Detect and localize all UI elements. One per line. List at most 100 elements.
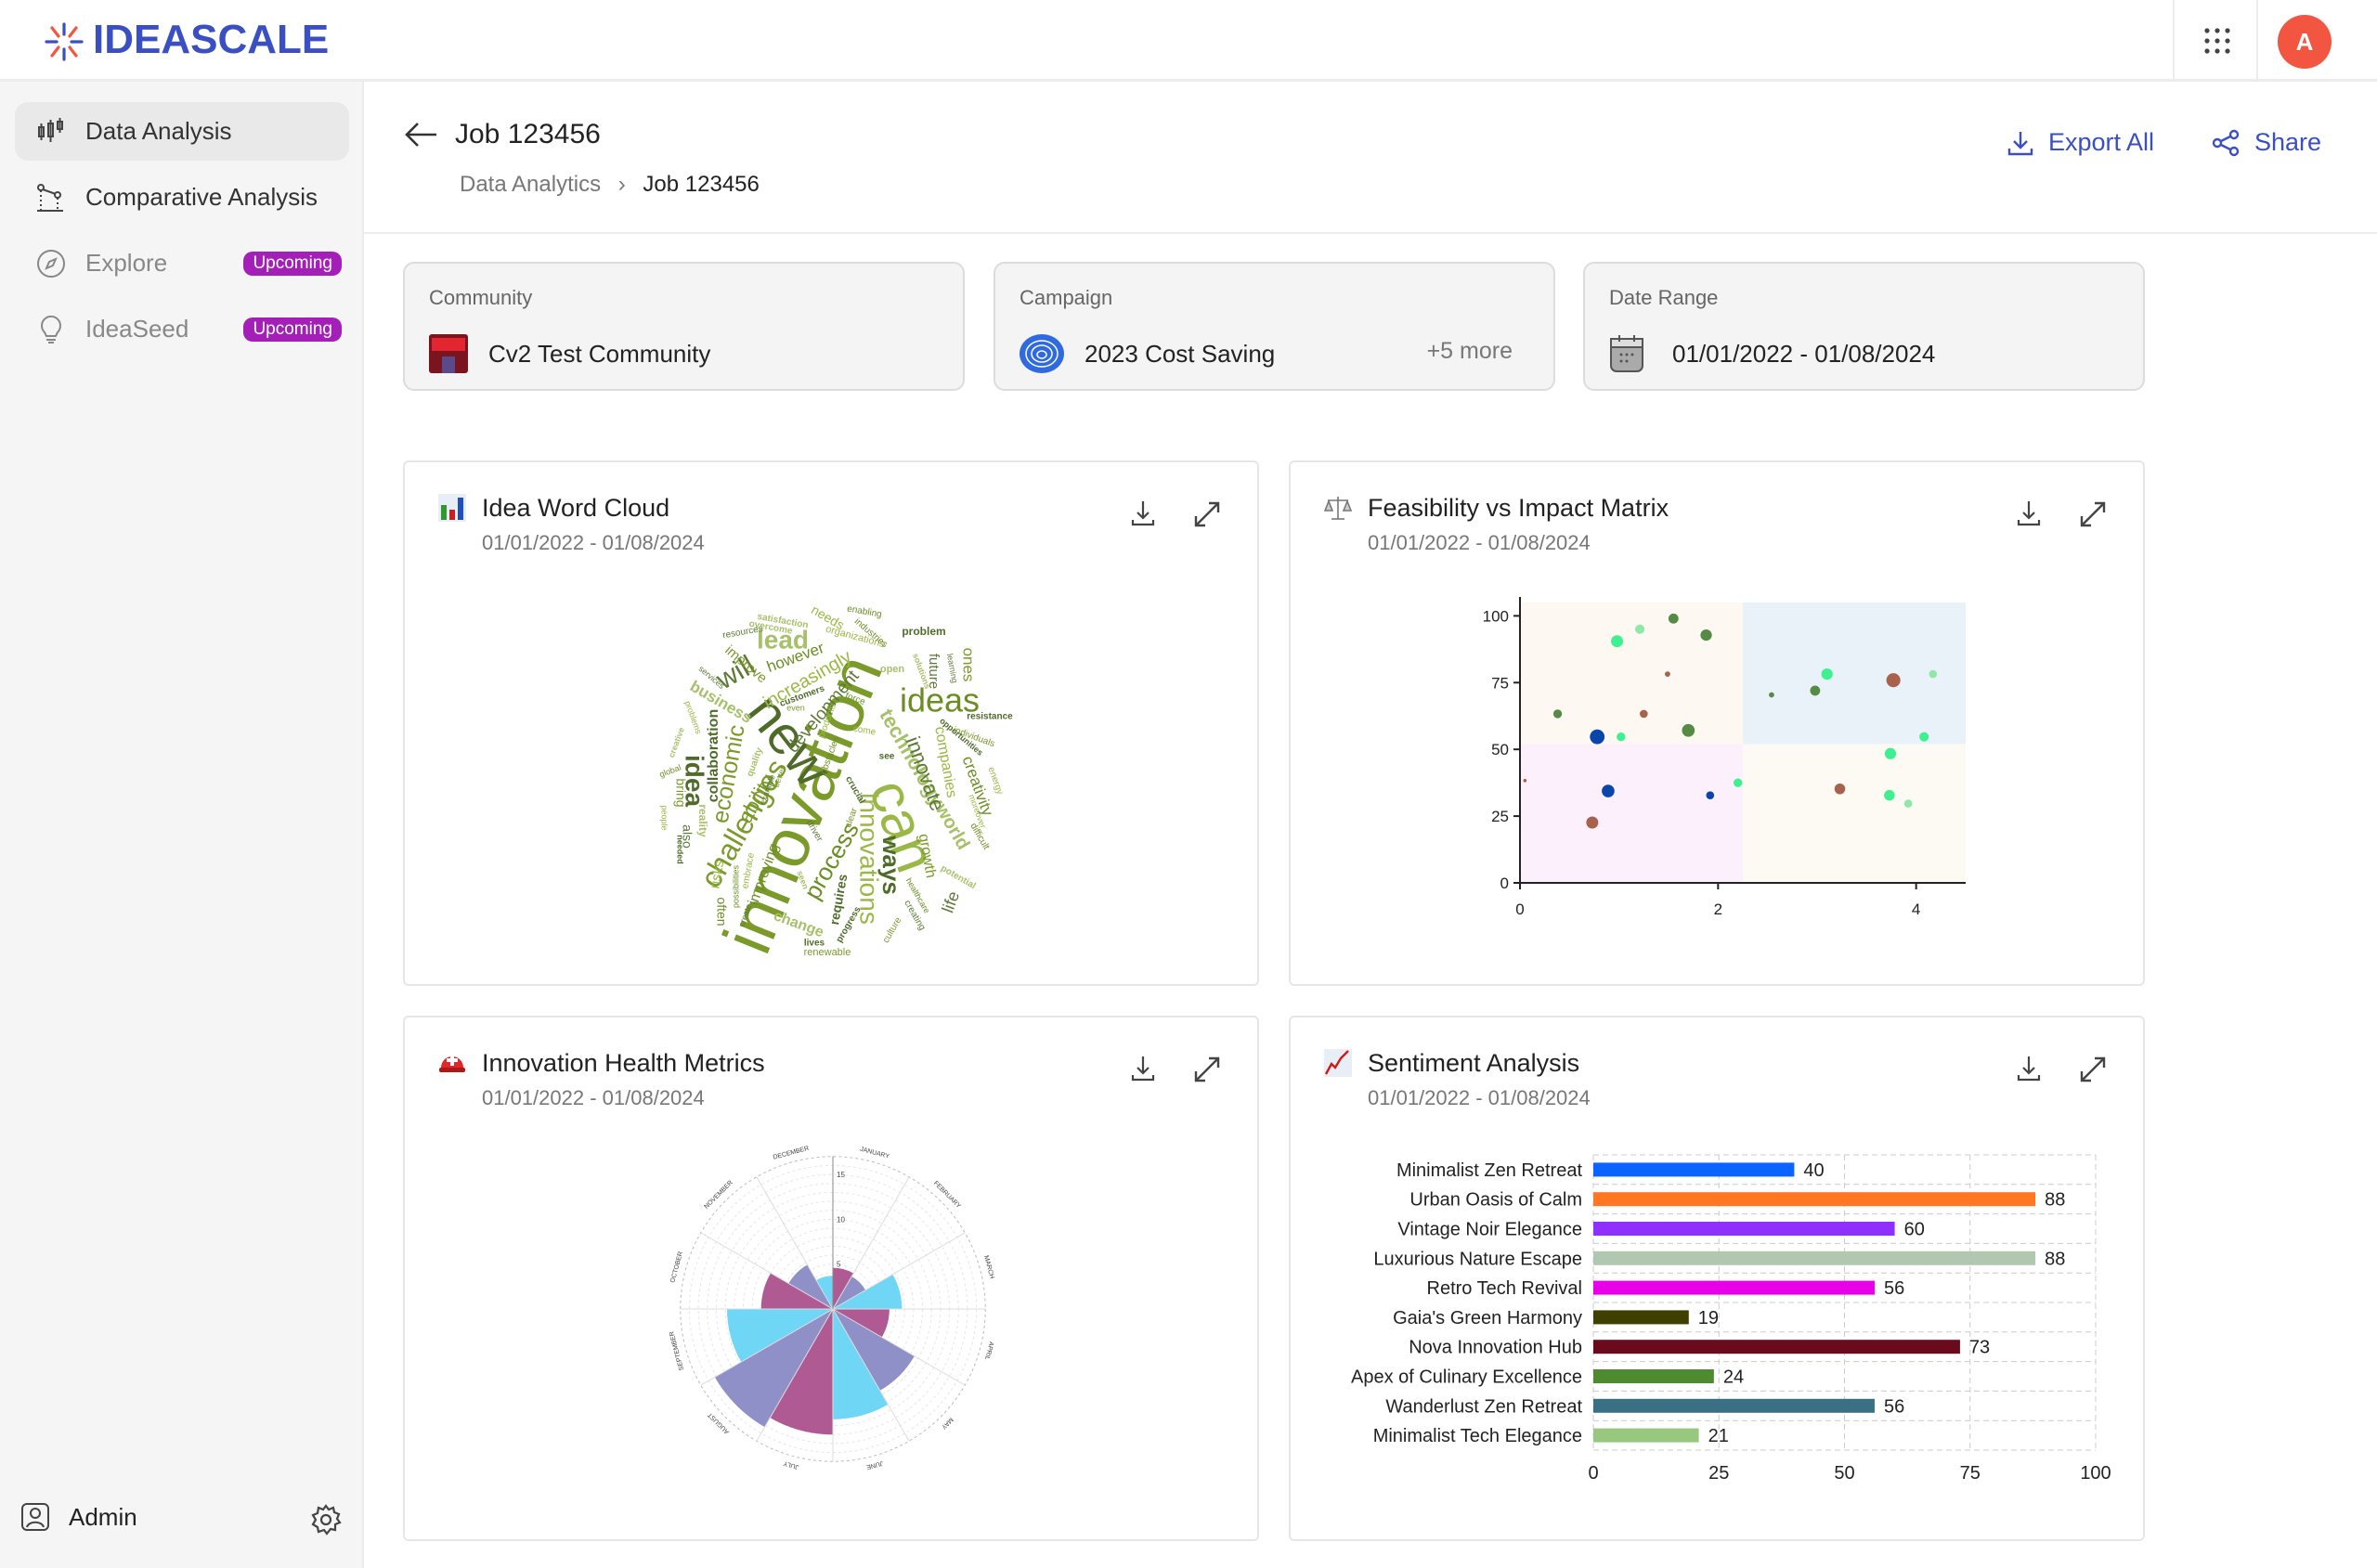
bar xyxy=(1593,1369,1714,1383)
feasibility-impact-card: Feasibility vs Impact Matrix 01/01/2022 -… xyxy=(1289,460,2145,986)
bar-value: 19 xyxy=(1698,1308,1719,1328)
share-label: Share xyxy=(2254,128,2322,156)
export-all-label: Export All xyxy=(2048,128,2155,156)
bar-value: 24 xyxy=(1723,1367,1744,1388)
word-cloud-word: innovations xyxy=(855,793,884,925)
bar-label: Urban Oasis of Calm xyxy=(1409,1190,1582,1211)
data-point xyxy=(1884,789,1895,801)
chevron-right-icon: › xyxy=(617,172,626,197)
sidebar-item-label: Explore xyxy=(85,249,168,277)
gear-icon[interactable] xyxy=(310,1504,342,1536)
bar-value: 56 xyxy=(1884,1278,1904,1299)
word-cloud-word: often xyxy=(714,897,729,926)
x-tick-label: 75 xyxy=(1960,1463,1981,1484)
word-cloud-word: resistance xyxy=(967,712,1013,722)
sidebar-item-explore[interactable]: Explore Upcoming xyxy=(15,234,349,292)
data-point xyxy=(1700,628,1712,641)
month-label: MARCH xyxy=(982,1255,994,1280)
filter-label: Campaign xyxy=(1020,286,1113,309)
chart-svg: 0 25 50 75 100 Minimalist Zen Retreat 40 Urban … xyxy=(1351,1154,2111,1484)
bar-value: 21 xyxy=(1708,1426,1729,1446)
sidebar-item-label: Data Analysis xyxy=(85,117,232,145)
data-point xyxy=(1602,784,1615,797)
bar xyxy=(1593,1162,1795,1177)
data-point xyxy=(1919,732,1929,742)
more-count[interactable]: +5 more xyxy=(1427,338,1513,365)
logo-text[interactable]: IDEASCALE xyxy=(93,17,329,63)
apps-button[interactable] xyxy=(2173,0,2258,80)
data-point xyxy=(1903,799,1913,808)
campaign-filter[interactable]: Campaign 2023 Cost Saving +5 more xyxy=(994,262,1555,391)
data-point xyxy=(1810,685,1821,696)
word-cloud-word: problems xyxy=(683,700,704,736)
sentiment-analysis-card: Sentiment Analysis 01/01/2022 - 01/08/202… xyxy=(1289,1016,2145,1541)
bar xyxy=(1593,1398,1875,1413)
month-label: FEBRUARY xyxy=(932,1180,962,1210)
data-point xyxy=(1665,671,1670,677)
export-all-button[interactable]: Export All xyxy=(2007,128,2154,157)
month-label: JULY xyxy=(783,1459,799,1470)
bar-label: Gaia's Green Harmony xyxy=(1393,1308,1582,1328)
upcoming-badge: Upcoming xyxy=(243,317,342,342)
word-cloud-word: possibilities xyxy=(731,864,740,908)
word-cloud-word: lives xyxy=(804,939,825,949)
word-cloud-word: see xyxy=(879,752,895,762)
bar-value: 56 xyxy=(1884,1396,1904,1417)
bar xyxy=(1593,1192,2036,1207)
y-tick-label: 0 xyxy=(1500,875,1509,892)
data-point xyxy=(1821,667,1833,680)
data-point xyxy=(1929,669,1938,679)
x-tick-label: 50 xyxy=(1834,1463,1854,1484)
sidebar-item-data-analysis[interactable]: Data Analysis xyxy=(15,102,349,161)
bar-label: Minimalist Tech Elegance xyxy=(1373,1426,1582,1446)
bar-value: 73 xyxy=(1969,1338,1990,1358)
bar xyxy=(1593,1280,1875,1295)
page-title: Job 123456 xyxy=(455,119,601,149)
word-cloud-word: collaboration xyxy=(706,709,721,802)
data-point xyxy=(1635,624,1645,634)
data-point xyxy=(1886,673,1901,688)
x-tick-label: 4 xyxy=(1912,901,1920,918)
word-cloud-word: potential xyxy=(939,863,978,891)
data-point xyxy=(1552,709,1563,719)
r-tick-label: 5 xyxy=(837,1261,841,1269)
date-range-filter[interactable]: Date Range 01/01/2022 - 01/08/2024 xyxy=(1583,262,2145,391)
word-cloud-word: life xyxy=(938,888,963,914)
filter-label: Community xyxy=(429,286,533,309)
word-cloud-word: ones xyxy=(960,648,978,682)
lightbulb-icon xyxy=(41,315,61,343)
data-point xyxy=(1617,732,1626,742)
community-filter[interactable]: Community Cv2 Test Community xyxy=(403,262,965,391)
month-label: JUNE xyxy=(865,1459,884,1471)
sidebar-item-ideaseed[interactable]: IdeaSeed Upcoming xyxy=(15,300,349,358)
data-point xyxy=(1706,791,1715,799)
sidebar-item-label: IdeaSeed xyxy=(85,315,189,343)
x-tick-label: 25 xyxy=(1708,1463,1729,1484)
x-tick-label: 0 xyxy=(1588,1463,1598,1484)
bar xyxy=(1593,1428,1699,1443)
breadcrumb-link[interactable]: Data Analytics xyxy=(460,172,601,197)
bar-value: 88 xyxy=(2045,1249,2065,1269)
breadcrumb: Data Analytics › Job 123456 xyxy=(460,172,760,198)
grid-dots-icon xyxy=(2204,28,2230,54)
word-cloud-word: people xyxy=(660,805,669,830)
bar-value: 60 xyxy=(1904,1220,1925,1240)
bar-value: 88 xyxy=(2045,1190,2065,1211)
avatar[interactable]: A xyxy=(2278,15,2332,69)
data-point xyxy=(1733,778,1743,787)
admin-link[interactable]: Admin xyxy=(20,1502,137,1532)
community-logo-icon xyxy=(429,334,468,373)
back-arrow-icon[interactable] xyxy=(405,121,438,149)
ideascale-logo-icon xyxy=(45,22,84,61)
month-label: SEPTEMBER xyxy=(669,1330,685,1371)
r-tick-label: 15 xyxy=(837,1171,845,1179)
word-cloud-word: global xyxy=(658,763,682,780)
bar-label: Minimalist Zen Retreat xyxy=(1396,1160,1583,1181)
sidebar-item-comparative-analysis[interactable]: Comparative Analysis xyxy=(15,168,349,227)
word-cloud-card: Idea Word Cloud 01/01/2022 - 01/08/2024 in… xyxy=(403,460,1259,986)
filter-value: 01/01/2022 - 01/08/2024 xyxy=(1672,339,1936,368)
month-label: AUGUST xyxy=(707,1411,731,1435)
filter-value: Cv2 Test Community xyxy=(488,339,711,368)
share-button[interactable]: Share xyxy=(2212,128,2321,157)
quadrant-bottom-left xyxy=(1520,744,1743,883)
